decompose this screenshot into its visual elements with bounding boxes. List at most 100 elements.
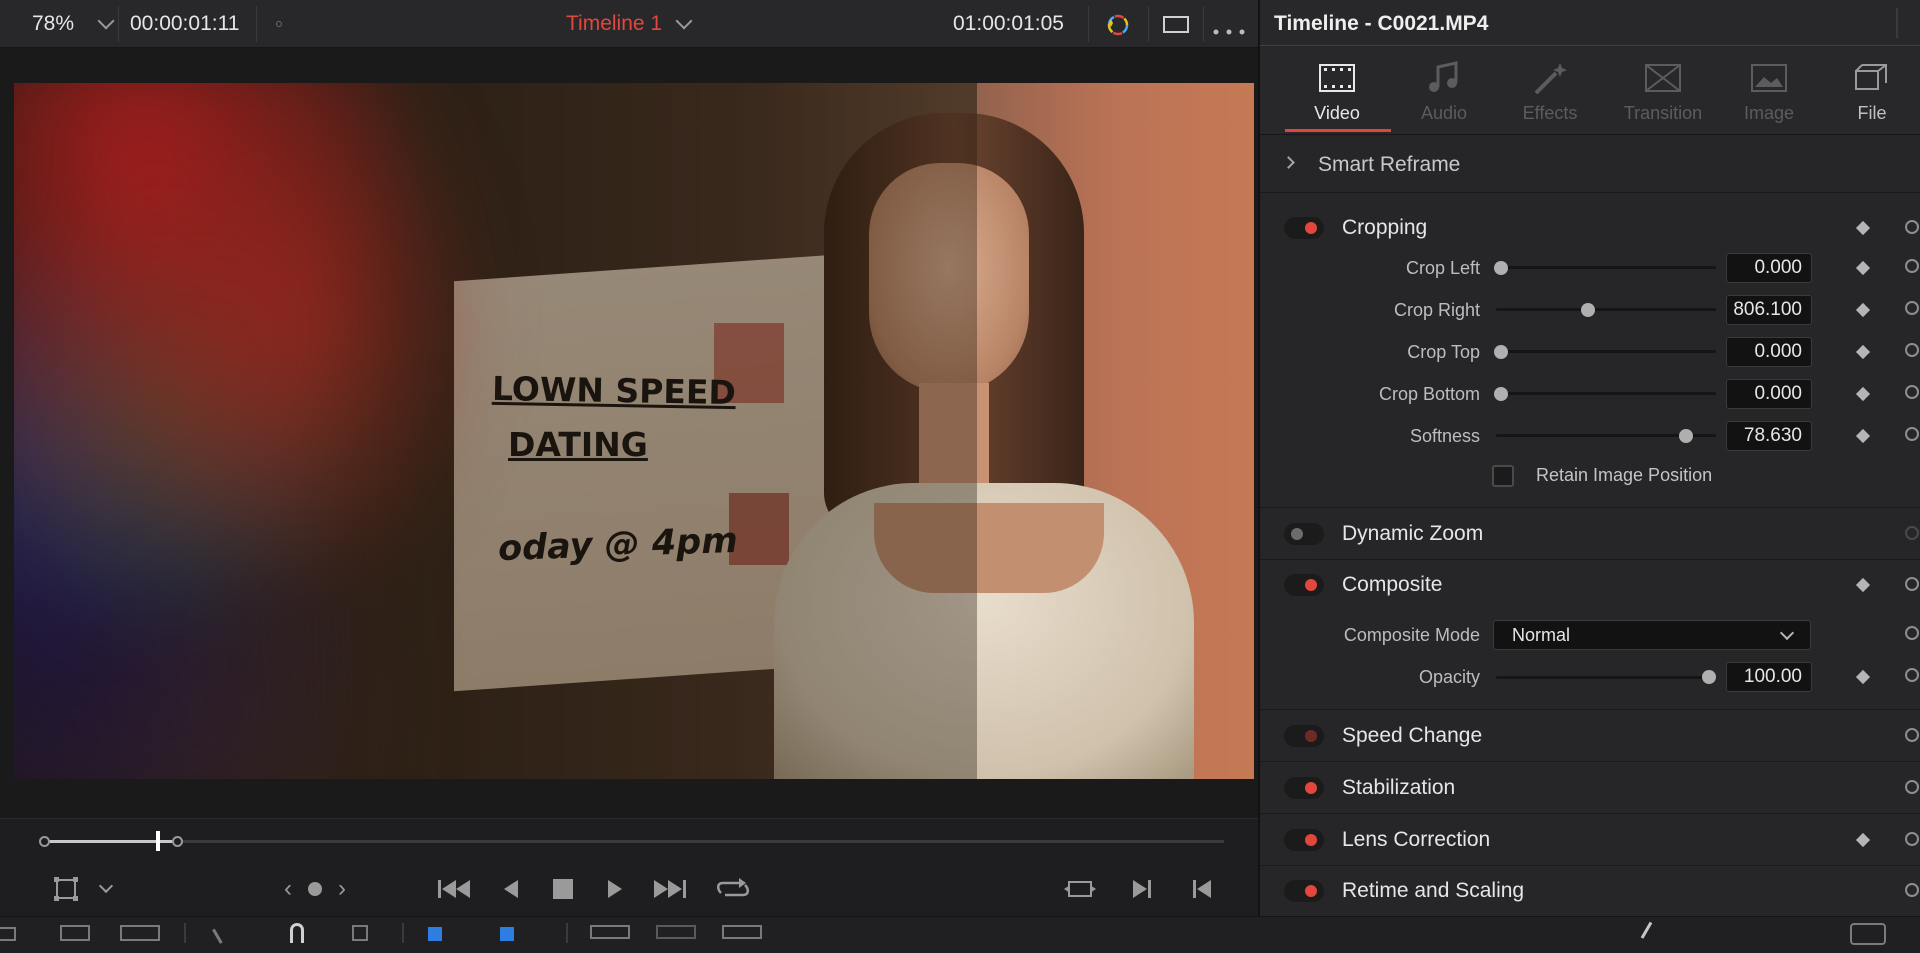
prev-edit-icon[interactable] xyxy=(1190,875,1214,903)
trim-tool-icon[interactable] xyxy=(60,925,90,941)
video-frame[interactable]: LOWN SPEED DATING oday @ 4pm xyxy=(14,83,1254,779)
crop-param-slider-thumb[interactable] xyxy=(1679,429,1694,443)
crop-param-slider-thumb[interactable] xyxy=(1494,261,1508,275)
retime-scaling-toggle[interactable] xyxy=(1284,880,1324,902)
crop-param-slider[interactable] xyxy=(1496,308,1716,311)
reset-icon[interactable] xyxy=(1902,218,1920,238)
match-frame-icon[interactable] xyxy=(1064,875,1096,903)
dynamic-trim-icon[interactable] xyxy=(120,925,160,941)
snapping-icon[interactable] xyxy=(352,925,368,941)
cropping-toggle[interactable] xyxy=(1284,217,1324,239)
lens-correction-toggle[interactable] xyxy=(1284,829,1324,851)
source-timecode[interactable]: 00:00:01:11 xyxy=(130,0,239,48)
viewer-mode-icon[interactable] xyxy=(1163,16,1189,33)
keyframe-icon[interactable] xyxy=(1855,832,1871,848)
reset-icon[interactable] xyxy=(1902,425,1920,445)
play-icon[interactable] xyxy=(604,875,626,903)
keyframe-icon[interactable] xyxy=(1855,386,1871,402)
next-edit-icon[interactable] xyxy=(1130,875,1154,903)
reset-icon[interactable] xyxy=(1902,341,1920,361)
reset-icon[interactable] xyxy=(1902,666,1920,686)
record-timecode[interactable]: 01:00:01:05 xyxy=(953,0,1064,48)
composite-toggle[interactable] xyxy=(1284,574,1324,596)
fullscreen-icon[interactable] xyxy=(1850,923,1886,945)
reset-icon[interactable] xyxy=(1902,575,1920,595)
opacity-slider[interactable] xyxy=(1496,676,1716,679)
crop-param-slider-thumb[interactable] xyxy=(1581,303,1596,317)
reset-icon[interactable] xyxy=(1902,624,1920,644)
reset-icon[interactable] xyxy=(1902,726,1920,746)
zoom-dropdown[interactable]: 78% xyxy=(32,0,115,48)
playhead[interactable] xyxy=(156,831,160,851)
section-retime-scaling: Retime and Scaling xyxy=(1260,866,1920,916)
tab-transition[interactable]: Transition xyxy=(1608,47,1718,135)
crop-param-value[interactable]: 0.000 xyxy=(1726,379,1812,409)
link-icon[interactable] xyxy=(290,923,304,943)
flag-icon[interactable] xyxy=(428,927,442,941)
crop-param-value[interactable]: 806.100 xyxy=(1726,295,1812,325)
stop-icon[interactable] xyxy=(551,875,575,903)
reverse-play-icon[interactable] xyxy=(500,875,522,903)
section-cropping: Cropping Retain Image Position Crop Left… xyxy=(1260,193,1920,508)
marker-icon[interactable] xyxy=(500,927,514,941)
tab-audio[interactable]: Audio xyxy=(1389,47,1499,135)
retain-position-checkbox[interactable] xyxy=(1492,465,1514,487)
crop-param-value[interactable]: 0.000 xyxy=(1726,337,1812,367)
prev-clip-icon[interactable]: ‹ xyxy=(280,875,296,902)
reset-icon[interactable] xyxy=(1902,383,1920,403)
opacity-value[interactable]: 100.00 xyxy=(1726,662,1812,692)
keyframe-icon[interactable] xyxy=(1855,260,1871,276)
loop-icon[interactable] xyxy=(715,875,751,903)
blade-tool-icon[interactable] xyxy=(212,922,234,944)
selection-tool-icon[interactable] xyxy=(0,927,16,941)
next-clip-icon[interactable]: › xyxy=(334,875,350,902)
reset-icon[interactable] xyxy=(1902,830,1920,850)
reset-icon[interactable] xyxy=(1902,881,1920,901)
tab-label: File xyxy=(1857,103,1887,123)
keyframe-icon[interactable] xyxy=(1855,344,1871,360)
clip-dot-icon[interactable] xyxy=(308,882,322,896)
chevron-down-icon[interactable] xyxy=(96,875,116,903)
in-point-marker[interactable] xyxy=(39,836,50,847)
skip-to-end-icon[interactable] xyxy=(652,875,686,903)
scrubber-track[interactable] xyxy=(44,840,1224,843)
keyframe-icon[interactable] xyxy=(1855,428,1871,444)
opacity-slider-thumb[interactable] xyxy=(1702,670,1716,684)
crop-param-value[interactable]: 78.630 xyxy=(1726,421,1812,451)
keyframe-icon[interactable] xyxy=(1855,669,1871,685)
tab-effects[interactable]: Effects xyxy=(1495,47,1605,135)
timeline-selector[interactable]: Timeline 1 xyxy=(566,0,693,48)
section-smart-reframe[interactable]: Smart Reframe xyxy=(1260,136,1920,193)
crop-param-slider-thumb[interactable] xyxy=(1494,387,1508,401)
dynamic-zoom-toggle[interactable] xyxy=(1284,523,1324,545)
tab-image[interactable]: Image xyxy=(1714,47,1824,135)
color-viewer-icon[interactable] xyxy=(1104,11,1132,39)
composite-mode-dropdown[interactable]: Normal xyxy=(1493,620,1811,650)
reset-icon[interactable] xyxy=(1902,257,1920,277)
zoom-custom-icon[interactable] xyxy=(722,925,762,939)
crop-param-slider[interactable] xyxy=(1496,350,1716,353)
keyframe-icon[interactable] xyxy=(1855,577,1871,593)
crop-param-value[interactable]: 0.000 xyxy=(1726,253,1812,283)
keyframe-icon[interactable] xyxy=(1855,220,1871,236)
crop-tool-icon[interactable] xyxy=(52,875,80,903)
tab-file[interactable]: File xyxy=(1817,47,1920,135)
more-options-icon[interactable] xyxy=(1212,22,1246,35)
out-point-marker[interactable] xyxy=(172,836,183,847)
skip-to-start-icon[interactable] xyxy=(438,875,472,903)
stabilization-toggle[interactable] xyxy=(1284,777,1324,799)
reset-icon[interactable] xyxy=(1902,778,1920,798)
keyframe-icon[interactable] xyxy=(1855,302,1871,318)
crop-param-slider-thumb[interactable] xyxy=(1494,345,1508,359)
divider xyxy=(118,6,119,42)
crop-param-slider[interactable] xyxy=(1496,266,1716,269)
zoom-detail-icon[interactable] xyxy=(656,925,696,939)
reset-icon[interactable] xyxy=(1902,299,1920,319)
zoom-full-icon[interactable] xyxy=(590,925,630,939)
tab-video[interactable]: Video xyxy=(1282,47,1392,135)
audio-icon[interactable] xyxy=(1640,921,1666,947)
speed-change-toggle[interactable] xyxy=(1284,725,1324,747)
inspector-header: Timeline - C0021.MP4 xyxy=(1260,0,1920,46)
edit-toolbar xyxy=(0,916,1920,953)
crop-param-slider[interactable] xyxy=(1496,392,1716,395)
